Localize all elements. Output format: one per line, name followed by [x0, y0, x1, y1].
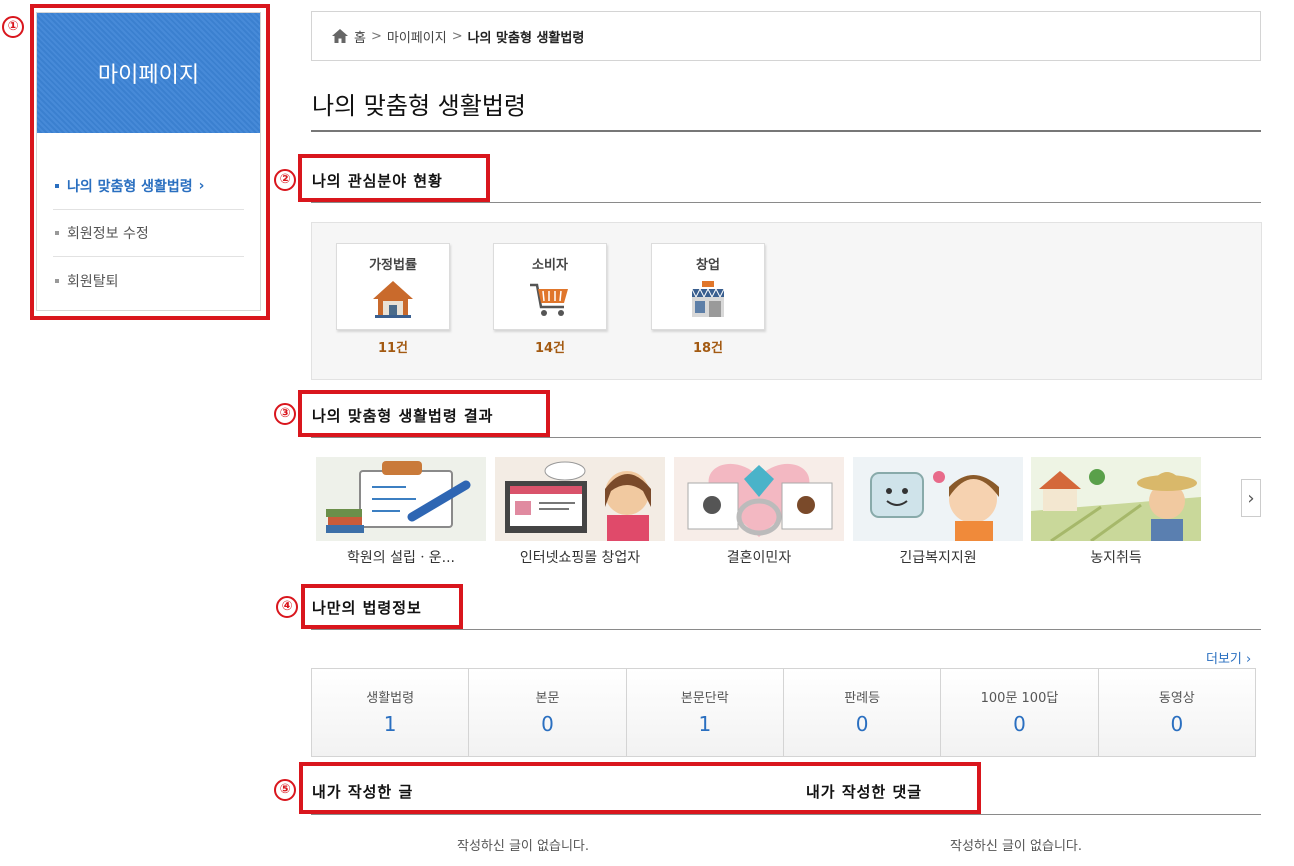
interest-count: 11건 — [377, 341, 409, 356]
stat-value: 0 — [541, 712, 554, 736]
house-icon — [373, 281, 413, 318]
interest-count: 14건 — [534, 341, 566, 356]
interest-card-family-law[interactable]: 가정법률 — [336, 243, 450, 330]
stat-value: 1 — [698, 712, 712, 736]
highlight-box-sidebar — [30, 4, 270, 320]
highlight-box-lawinfo — [301, 584, 463, 629]
interest-card-label: 가정법률 — [369, 258, 417, 273]
page-title: 나의 맞춤형 생활법령 — [312, 92, 526, 120]
interest-panel: 가정법률 11건 소비자 14건 창업 18건 — [311, 222, 1262, 380]
empty-posts-message: 작성하신 글이 없습니다. — [457, 839, 589, 854]
interest-count: 18건 — [692, 341, 724, 356]
result-card-label: 농지취득 — [1090, 550, 1142, 566]
stat-label: 본문 — [535, 691, 560, 706]
stat-body[interactable]: 본문 0 — [469, 669, 627, 756]
empty-comments-message: 작성하신 글이 없습니다. — [950, 839, 1082, 854]
result-card-emergency-welfare[interactable]: 긴급복지지원 — [853, 457, 1023, 567]
divider — [311, 130, 1261, 132]
annotation-marker-3: ③ — [274, 403, 296, 425]
stat-faq[interactable]: 100문 100답 0 — [941, 669, 1099, 756]
annotation-marker-4: ④ — [276, 596, 298, 618]
highlight-box-interest — [298, 154, 490, 202]
divider — [311, 629, 1261, 630]
breadcrumb-separator: > — [370, 28, 382, 44]
breadcrumb-home[interactable]: 홈 — [354, 27, 366, 46]
breadcrumb: 홈 > 마이페이지 > 나의 맞춤형 생활법령 — [311, 11, 1261, 61]
interest-card-label: 소비자 — [532, 258, 568, 273]
stat-living-law[interactable]: 생활법령 1 — [312, 669, 470, 756]
stat-video[interactable]: 동영상 0 — [1099, 669, 1255, 756]
emergency-welfare-illustration — [853, 457, 1023, 541]
stat-body-paragraph[interactable]: 본문단락 1 — [627, 669, 784, 756]
result-card-label: 인터넷쇼핑몰 창업자 — [519, 550, 641, 566]
interest-card-consumer[interactable]: 소비자 — [493, 243, 607, 330]
result-card-academy[interactable]: 학원의 설립ㆍ운... — [316, 457, 486, 567]
store-icon — [691, 281, 725, 317]
result-card-farmland[interactable]: 농지취득 — [1031, 457, 1201, 567]
academy-illustration — [316, 457, 486, 541]
stat-label: 100문 100답 — [980, 691, 1059, 706]
result-card-label: 학원의 설립ㆍ운... — [347, 550, 455, 566]
result-card-label: 결혼이민자 — [726, 550, 792, 566]
online-mall-illustration — [495, 457, 665, 541]
breadcrumb-mypage[interactable]: 마이페이지 — [387, 27, 447, 46]
interest-card-label: 창업 — [696, 258, 720, 273]
result-card-marriage-immigrant[interactable]: 결혼이민자 — [674, 457, 844, 567]
annotation-marker-1: ① — [2, 16, 24, 38]
carousel-next-button[interactable]: › — [1241, 479, 1261, 517]
divider — [311, 202, 1261, 203]
breadcrumb-current: 나의 맞춤형 생활법령 — [467, 30, 585, 46]
divider — [311, 437, 1261, 438]
breadcrumb-separator: > — [451, 28, 463, 44]
result-card-label: 긴급복지지원 — [899, 550, 977, 566]
stat-label: 생활법령 — [366, 691, 415, 706]
farmland-illustration — [1031, 457, 1201, 541]
annotation-marker-2: ② — [274, 169, 296, 191]
stat-value: 0 — [1170, 712, 1184, 736]
stat-value: 1 — [383, 712, 397, 736]
divider — [311, 814, 1261, 815]
highlight-box-posts — [299, 762, 981, 814]
marriage-immigrant-illustration — [674, 457, 844, 541]
stat-label: 동영상 — [1158, 691, 1195, 706]
stat-label: 본문단락 — [680, 691, 729, 706]
interest-card-startup[interactable]: 창업 — [651, 243, 765, 330]
highlight-box-results — [298, 390, 550, 437]
result-card-online-mall[interactable]: 인터넷쇼핑몰 창업자 — [495, 457, 665, 567]
cart-icon — [530, 283, 568, 316]
stat-precedent[interactable]: 판례등 0 — [784, 669, 942, 756]
stat-value: 0 — [855, 712, 869, 736]
lawinfo-stats: 생활법령 1 본문 0 본문단락 1 판례등 0 100문 100답 0 동영상… — [311, 668, 1256, 757]
stat-value: 0 — [1013, 712, 1026, 736]
more-link[interactable]: 더보기 › — [1206, 648, 1251, 667]
stat-label: 판례등 — [844, 691, 881, 706]
annotation-marker-5: ⑤ — [274, 779, 296, 801]
home-icon[interactable] — [332, 29, 348, 43]
